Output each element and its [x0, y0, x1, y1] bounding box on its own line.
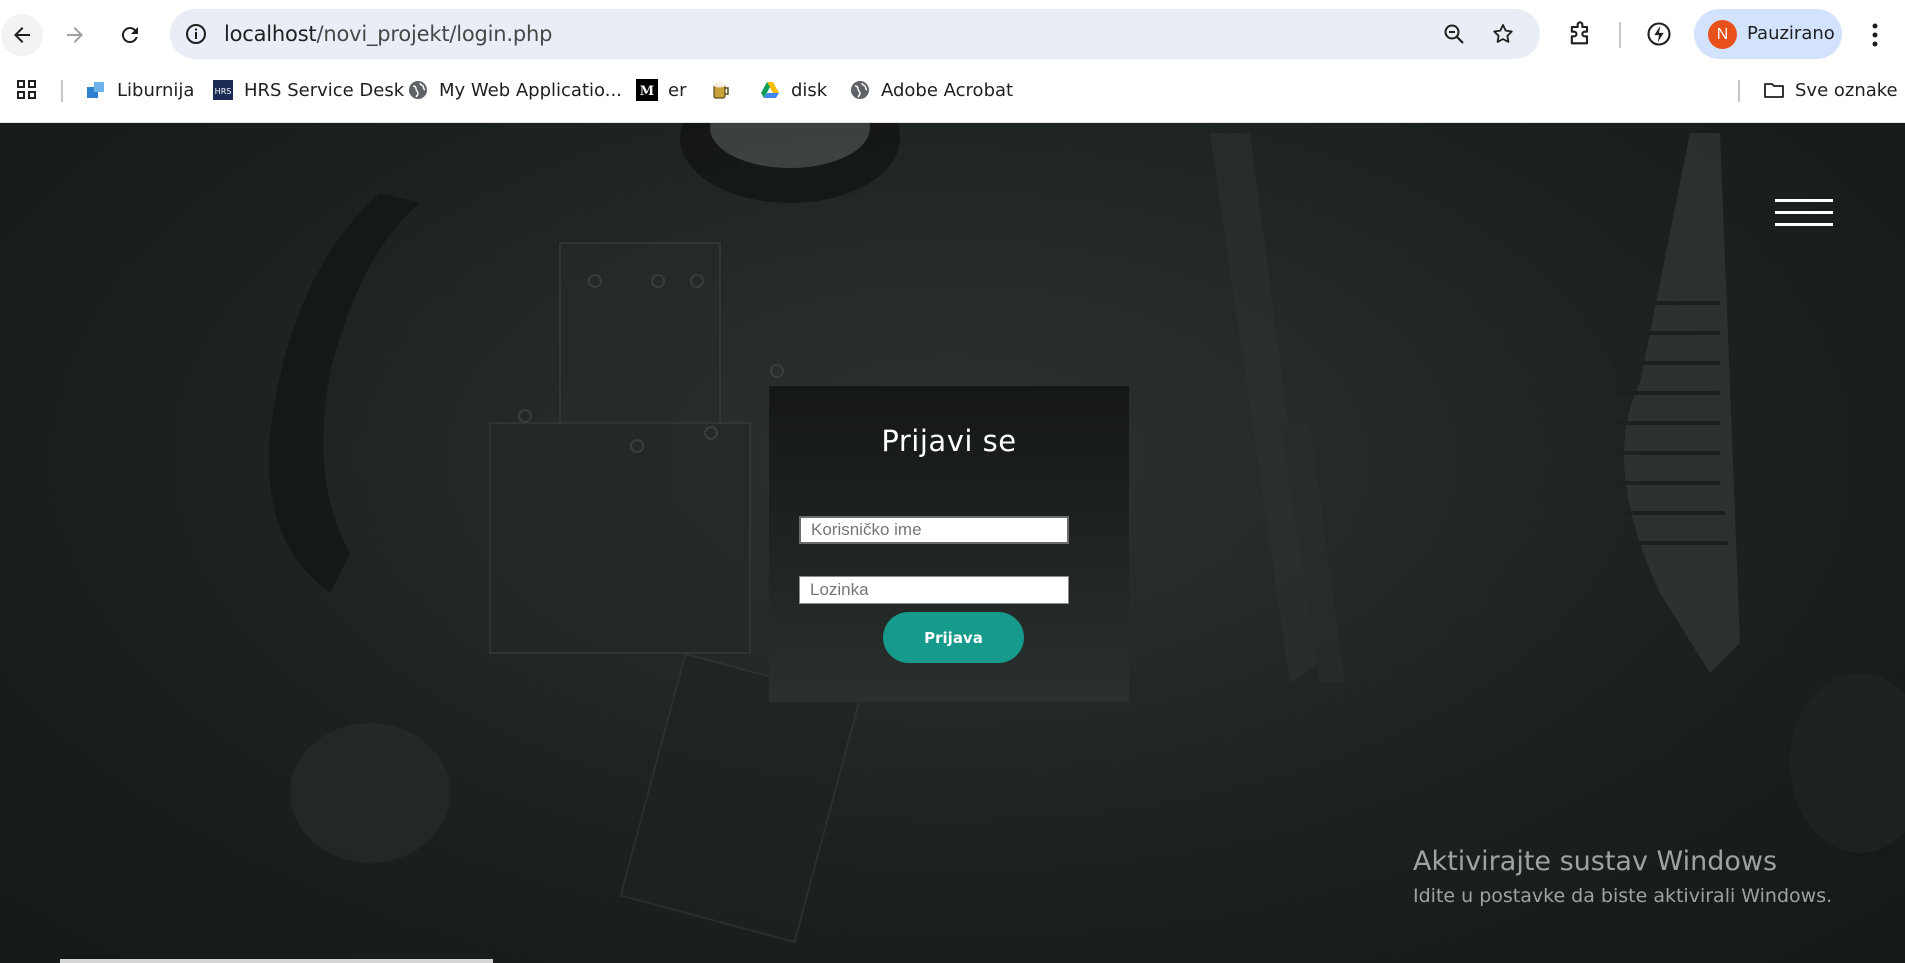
- globe-icon: [407, 79, 429, 101]
- performance-icon[interactable]: [1645, 20, 1673, 48]
- url-host: localhost: [224, 22, 317, 46]
- bookmark-star-icon[interactable]: [1491, 22, 1515, 46]
- bookmark-label: My Web Applicatio...: [439, 79, 622, 101]
- profile-label: Pauzirano: [1747, 23, 1835, 44]
- arrow-right-icon: [67, 27, 83, 43]
- login-form: Prijavi se Prijava: [769, 386, 1129, 702]
- login-page: Prijavi se Prijava Aktivirajte sustav Wi…: [0, 123, 1905, 963]
- bookmarks-divider: [1738, 80, 1740, 102]
- avatar: N: [1708, 20, 1737, 49]
- url-text[interactable]: localhost/novi_projekt/login.php: [224, 22, 552, 46]
- svg-text:HRS: HRS: [215, 87, 232, 96]
- reload-button[interactable]: [109, 14, 151, 56]
- url-path: /novi_projekt/login.php: [316, 22, 553, 46]
- apps-grid-icon: [16, 79, 38, 101]
- bookmark-label: er: [668, 79, 687, 101]
- username-input[interactable]: [799, 516, 1069, 544]
- hamburger-menu-button[interactable]: [1775, 199, 1833, 229]
- hamburger-line: [1775, 211, 1833, 214]
- arrow-left-icon: [14, 27, 30, 43]
- liburnija-icon: [85, 79, 107, 101]
- watermark-title: Aktivirajte sustav Windows: [1413, 846, 1778, 877]
- bookmarks-divider: [61, 80, 63, 102]
- google-drive-icon: [759, 79, 781, 101]
- password-input[interactable]: [799, 576, 1069, 604]
- bookmark-label: HRS Service Desk: [244, 79, 405, 101]
- forward-button[interactable]: [54, 14, 96, 56]
- bookmark-medium-er[interactable]: M er: [636, 70, 686, 110]
- bookmark-adobe-acrobat[interactable]: Adobe Acrobat: [849, 70, 1013, 110]
- apps-button[interactable]: [16, 70, 48, 110]
- back-button[interactable]: [1, 14, 43, 56]
- bookmark-my-web-applications[interactable]: My Web Applicatio...: [407, 70, 622, 110]
- hrs-icon: HRS: [212, 79, 234, 101]
- browser-toolbar: localhost/novi_projekt/login.php N Pauzi…: [0, 0, 1905, 70]
- zoom-icon[interactable]: [1442, 22, 1466, 46]
- hamburger-line: [1775, 223, 1833, 226]
- address-bar[interactable]: localhost/novi_projekt/login.php: [170, 9, 1540, 59]
- bookmarks-bar: Liburnija HRS HRS Service Desk My Web Ap…: [0, 70, 1905, 123]
- bookmark-beer[interactable]: [710, 70, 742, 110]
- toolbar-divider: [1619, 22, 1621, 48]
- extensions-icon[interactable]: [1566, 20, 1594, 48]
- bookmark-liburnija[interactable]: Liburnija: [85, 70, 194, 110]
- svg-text:M: M: [640, 84, 654, 99]
- globe-icon: [849, 79, 871, 101]
- bookmark-label: disk: [791, 79, 828, 101]
- horizontal-scrollbar[interactable]: [60, 959, 493, 963]
- medium-icon: M: [636, 79, 658, 101]
- site-info-icon[interactable]: [184, 22, 208, 46]
- bookmark-hrs-service-desk[interactable]: HRS HRS Service Desk: [212, 70, 404, 110]
- watermark-subtitle: Idite u postavke da biste aktivirali Win…: [1413, 885, 1833, 907]
- windows-activation-watermark: Aktivirajte sustav Windows Idite u posta…: [1413, 846, 1832, 907]
- more-menu-icon[interactable]: [1862, 20, 1888, 50]
- login-title: Prijavi se: [881, 424, 1017, 458]
- profile-button[interactable]: N Pauzirano: [1694, 9, 1842, 59]
- bookmark-label: Adobe Acrobat: [881, 79, 1014, 101]
- all-bookmarks-label: Sve oznake: [1795, 79, 1898, 101]
- reload-icon: [121, 27, 138, 44]
- bookmark-label: Liburnija: [117, 79, 195, 101]
- login-button[interactable]: Prijava: [883, 612, 1024, 663]
- hamburger-line: [1775, 199, 1833, 202]
- folder-icon: [1763, 79, 1785, 101]
- beer-icon: [710, 79, 732, 101]
- all-bookmarks-button[interactable]: Sve oznake: [1763, 70, 1898, 110]
- bookmark-disk[interactable]: disk: [759, 70, 827, 110]
